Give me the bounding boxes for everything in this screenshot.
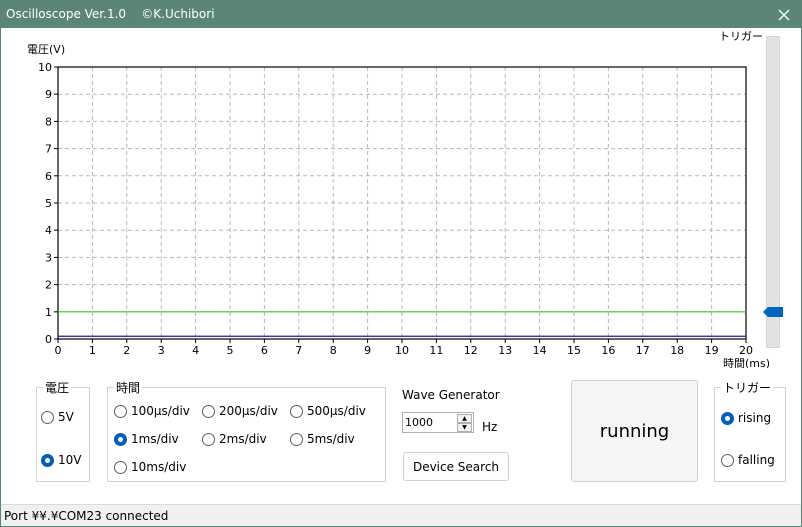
radio-label: 5ms/div bbox=[307, 432, 355, 446]
radio-button[interactable] bbox=[202, 404, 215, 418]
radio-button[interactable] bbox=[202, 432, 215, 446]
stepper-down-button[interactable]: ▼ bbox=[457, 423, 472, 432]
chevron-down-icon: ▼ bbox=[462, 424, 467, 431]
app-window: Oscilloscope Ver.1.0 ©K.Uchibori 0123456… bbox=[0, 0, 802, 527]
x-tick-label: 8 bbox=[330, 344, 337, 357]
x-tick-label: 14 bbox=[533, 344, 547, 357]
radio-label: 500µs/div bbox=[307, 404, 366, 418]
wave-generator-label: Wave Generator bbox=[402, 388, 500, 402]
radio-button[interactable] bbox=[721, 453, 734, 467]
radio-label: 10V bbox=[58, 453, 82, 467]
voltage-group-label: 電圧 bbox=[43, 379, 72, 396]
x-tick-label: 2 bbox=[123, 344, 130, 357]
radio-label: 2ms/div bbox=[219, 432, 267, 446]
radio-label: 1ms/div bbox=[131, 432, 179, 446]
time-option-200us[interactable]: 200µs/div bbox=[202, 404, 278, 418]
radio-button[interactable] bbox=[114, 404, 127, 418]
frequency-stepper[interactable]: ▲ ▼ bbox=[402, 412, 474, 433]
x-tick-label: 4 bbox=[192, 344, 199, 357]
trigger-slider-track[interactable] bbox=[766, 36, 780, 348]
x-tick-label: 17 bbox=[636, 344, 650, 357]
frequency-unit: Hz bbox=[482, 420, 498, 434]
radio-label: rising bbox=[738, 411, 772, 425]
voltage-group: 電圧 bbox=[36, 379, 90, 482]
radio-label: 200µs/div bbox=[219, 404, 278, 418]
trigger-group: トリガー bbox=[714, 379, 786, 482]
trigger-slider-thumb[interactable] bbox=[763, 306, 783, 317]
x-tick-label: 15 bbox=[567, 344, 581, 357]
time-option-5ms[interactable]: 5ms/div bbox=[290, 432, 355, 446]
y-axis-label: 電圧(V) bbox=[27, 43, 65, 56]
x-tick-label: 19 bbox=[705, 344, 719, 357]
y-tick-label: 3 bbox=[45, 251, 52, 264]
x-tick-label: 11 bbox=[429, 344, 443, 357]
device-search-button[interactable]: Device Search bbox=[403, 452, 509, 481]
radio-label: 5V bbox=[58, 410, 74, 424]
time-option-2ms[interactable]: 2ms/div bbox=[202, 432, 267, 446]
chevron-up-icon: ▲ bbox=[462, 415, 467, 422]
close-button[interactable] bbox=[767, 1, 801, 28]
time-option-500us[interactable]: 500µs/div bbox=[290, 404, 366, 418]
voltage-option-10v[interactable]: 10V bbox=[41, 453, 81, 467]
trigger-group-label: トリガー bbox=[721, 379, 774, 396]
radio-button[interactable] bbox=[114, 432, 127, 446]
radio-button[interactable] bbox=[721, 411, 734, 425]
x-tick-label: 1 bbox=[89, 344, 96, 357]
time-option-100us[interactable]: 100µs/div bbox=[114, 404, 190, 418]
frequency-input[interactable] bbox=[405, 415, 455, 430]
trigger-option-falling[interactable]: falling bbox=[721, 453, 775, 467]
y-tick-label: 2 bbox=[45, 279, 52, 292]
run-toggle-button[interactable]: running bbox=[571, 380, 698, 482]
connection-status: Port ¥¥.¥COM23 connected bbox=[4, 509, 169, 523]
x-tick-label: 10 bbox=[395, 344, 409, 357]
x-tick-label: 7 bbox=[295, 344, 302, 357]
status-bar: Port ¥¥.¥COM23 connected bbox=[1, 504, 801, 526]
y-tick-label: 9 bbox=[45, 88, 52, 101]
stepper-up-button[interactable]: ▲ bbox=[457, 414, 472, 423]
x-tick-label: 18 bbox=[670, 344, 684, 357]
y-tick-label: 8 bbox=[45, 115, 52, 128]
radio-button[interactable] bbox=[41, 453, 54, 467]
y-tick-label: 7 bbox=[45, 143, 52, 156]
radio-button[interactable] bbox=[41, 410, 54, 424]
time-option-10ms[interactable]: 10ms/div bbox=[114, 460, 186, 474]
x-tick-label: 5 bbox=[227, 344, 234, 357]
x-tick-label: 0 bbox=[55, 344, 62, 357]
time-group-label: 時間 bbox=[114, 379, 143, 396]
radio-label: falling bbox=[738, 453, 775, 467]
radio-button[interactable] bbox=[114, 460, 127, 474]
x-tick-label: 20 bbox=[739, 344, 753, 357]
window-title: Oscilloscope Ver.1.0 ©K.Uchibori bbox=[6, 7, 215, 21]
time-option-1ms[interactable]: 1ms/div bbox=[114, 432, 179, 446]
y-tick-label: 4 bbox=[45, 224, 52, 237]
x-tick-label: 9 bbox=[364, 344, 371, 357]
radio-label: 10ms/div bbox=[131, 460, 187, 474]
y-tick-label: 6 bbox=[45, 170, 52, 183]
y-tick-label: 0 bbox=[45, 333, 52, 346]
trigger-option-rising[interactable]: rising bbox=[721, 411, 771, 425]
radio-label: 100µs/div bbox=[131, 404, 190, 418]
x-tick-label: 3 bbox=[158, 344, 165, 357]
y-tick-label: 1 bbox=[45, 306, 52, 319]
x-tick-label: 6 bbox=[261, 344, 268, 357]
y-tick-label: 5 bbox=[45, 197, 52, 210]
trigger-slider-label: トリガー bbox=[719, 30, 763, 43]
x-tick-label: 16 bbox=[601, 344, 615, 357]
title-bar: Oscilloscope Ver.1.0 ©K.Uchibori bbox=[1, 1, 801, 28]
x-tick-label: 13 bbox=[498, 344, 512, 357]
x-tick-label: 12 bbox=[464, 344, 478, 357]
oscilloscope-chart: 0 1 2 3 4 5 6 7 8 9 10 11 12 13 14 15 16 17 18 19 2001234567… bbox=[27, 43, 770, 368]
y-tick-label: 10 bbox=[38, 61, 52, 74]
close-icon bbox=[778, 9, 790, 20]
x-axis-label: 時間(ms) bbox=[723, 357, 770, 368]
radio-button[interactable] bbox=[290, 432, 303, 446]
radio-button[interactable] bbox=[290, 404, 303, 418]
voltage-option-5v[interactable]: 5V bbox=[41, 410, 74, 424]
